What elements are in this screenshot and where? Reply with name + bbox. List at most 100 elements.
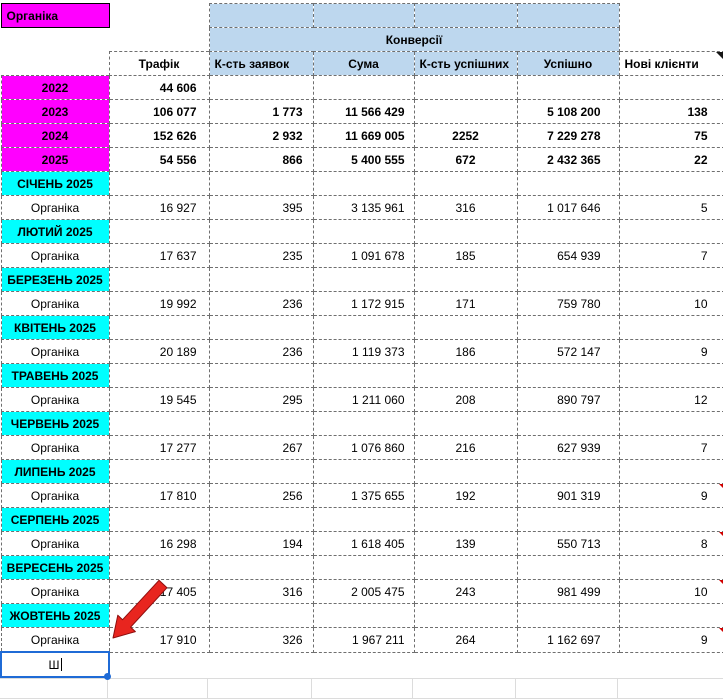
- row-label-organika[interactable]: Органіка: [1, 484, 109, 508]
- empty-cell[interactable]: [414, 220, 517, 244]
- empty-cell[interactable]: [109, 508, 209, 532]
- value-cell[interactable]: 1 773: [209, 100, 313, 124]
- row-label-organika[interactable]: Органіка: [1, 580, 109, 604]
- value-cell[interactable]: 654 939: [517, 244, 619, 268]
- value-cell[interactable]: 627 939: [517, 436, 619, 460]
- empty-cell[interactable]: [209, 316, 313, 340]
- value-cell[interactable]: 981 499: [517, 580, 619, 604]
- empty-cell[interactable]: [313, 652, 414, 677]
- month-header[interactable]: СІЧЕНЬ 2025: [1, 172, 109, 196]
- value-cell[interactable]: 17 810: [109, 484, 209, 508]
- value-cell[interactable]: 19 545: [109, 388, 209, 412]
- value-cell[interactable]: 7: [619, 244, 723, 268]
- value-cell[interactable]: 1 076 860: [313, 436, 414, 460]
- empty-cell[interactable]: [619, 508, 723, 532]
- column-header-new-clients[interactable]: Нові клієнти: [619, 52, 723, 76]
- value-cell[interactable]: 316: [414, 196, 517, 220]
- empty-cell[interactable]: [313, 556, 414, 580]
- empty-cell[interactable]: [517, 412, 619, 436]
- value-cell[interactable]: 2 005 475: [313, 580, 414, 604]
- value-cell[interactable]: 8: [619, 532, 723, 556]
- value-cell[interactable]: 185: [414, 244, 517, 268]
- value-cell[interactable]: 11 566 429: [313, 100, 414, 124]
- value-cell[interactable]: 12: [619, 388, 723, 412]
- year-label[interactable]: 2025: [1, 148, 109, 172]
- empty-cell[interactable]: [619, 604, 723, 628]
- empty-cell[interactable]: [619, 316, 723, 340]
- value-cell[interactable]: 3 135 961: [313, 196, 414, 220]
- value-cell[interactable]: 5: [619, 196, 723, 220]
- row-label-organika[interactable]: Органіка: [1, 388, 109, 412]
- empty-cell[interactable]: [109, 220, 209, 244]
- value-cell[interactable]: 16 298: [109, 532, 209, 556]
- empty-cell[interactable]: [209, 220, 313, 244]
- empty-cell[interactable]: [209, 172, 313, 196]
- empty-cell[interactable]: [209, 604, 313, 628]
- empty-cell[interactable]: [109, 28, 209, 52]
- value-cell[interactable]: 17 277: [109, 436, 209, 460]
- value-cell[interactable]: 9: [619, 628, 723, 653]
- value-cell[interactable]: 890 797: [517, 388, 619, 412]
- empty-cell[interactable]: [619, 460, 723, 484]
- value-cell[interactable]: 22: [619, 148, 723, 172]
- empty-cell[interactable]: [209, 508, 313, 532]
- value-cell[interactable]: 9: [619, 484, 723, 508]
- value-cell[interactable]: 5 400 555: [313, 148, 414, 172]
- value-cell[interactable]: 267: [209, 436, 313, 460]
- value-cell[interactable]: 171: [414, 292, 517, 316]
- row-label-organika[interactable]: Органіка: [1, 340, 109, 364]
- value-cell[interactable]: 236: [209, 340, 313, 364]
- empty-cell[interactable]: [109, 604, 209, 628]
- column-header-successful-count[interactable]: К-сть успішних: [414, 52, 517, 76]
- empty-cell[interactable]: [209, 460, 313, 484]
- value-cell[interactable]: 866: [209, 148, 313, 172]
- value-cell[interactable]: 192: [414, 484, 517, 508]
- value-cell[interactable]: 44 606: [109, 76, 209, 100]
- empty-cell[interactable]: [109, 556, 209, 580]
- value-cell[interactable]: 19 992: [109, 292, 209, 316]
- empty-cell[interactable]: [414, 412, 517, 436]
- empty-cell[interactable]: [517, 652, 619, 677]
- empty-cell[interactable]: [313, 4, 414, 28]
- value-cell[interactable]: 11 669 005: [313, 124, 414, 148]
- value-cell[interactable]: 295: [209, 388, 313, 412]
- empty-cell[interactable]: [1, 52, 109, 76]
- empty-cell[interactable]: [109, 652, 209, 677]
- empty-cell[interactable]: [517, 364, 619, 388]
- value-cell[interactable]: 9: [619, 340, 723, 364]
- month-header[interactable]: ЛИПЕНЬ 2025: [1, 460, 109, 484]
- value-cell[interactable]: 7 229 278: [517, 124, 619, 148]
- empty-cell[interactable]: [209, 268, 313, 292]
- value-cell[interactable]: 243: [414, 580, 517, 604]
- row-label-organika[interactable]: Органіка: [1, 532, 109, 556]
- value-cell[interactable]: [517, 76, 619, 100]
- empty-cell[interactable]: [414, 268, 517, 292]
- value-cell[interactable]: 186: [414, 340, 517, 364]
- value-cell[interactable]: 759 780: [517, 292, 619, 316]
- value-cell[interactable]: 10: [619, 580, 723, 604]
- month-header[interactable]: ТРАВЕНЬ 2025: [1, 364, 109, 388]
- month-header[interactable]: ЛЮТИЙ 2025: [1, 220, 109, 244]
- empty-cell[interactable]: [619, 412, 723, 436]
- empty-cell[interactable]: [414, 604, 517, 628]
- empty-cell[interactable]: [209, 412, 313, 436]
- empty-cell[interactable]: [209, 556, 313, 580]
- row-label-organika[interactable]: Органіка: [1, 436, 109, 460]
- empty-cell[interactable]: [414, 172, 517, 196]
- empty-cell[interactable]: [517, 268, 619, 292]
- empty-cell[interactable]: [109, 364, 209, 388]
- empty-cell[interactable]: [619, 220, 723, 244]
- value-cell[interactable]: 572 147: [517, 340, 619, 364]
- empty-cell[interactable]: [313, 604, 414, 628]
- value-cell[interactable]: 1 375 655: [313, 484, 414, 508]
- value-cell[interactable]: 395: [209, 196, 313, 220]
- value-cell[interactable]: 1 967 211: [313, 628, 414, 653]
- column-header-sum[interactable]: Сума: [313, 52, 414, 76]
- month-header[interactable]: БЕРЕЗЕНЬ 2025: [1, 268, 109, 292]
- empty-cell[interactable]: [209, 4, 313, 28]
- empty-cell[interactable]: [517, 604, 619, 628]
- value-cell[interactable]: 316: [209, 580, 313, 604]
- empty-cell[interactable]: [517, 172, 619, 196]
- value-cell[interactable]: 54 556: [109, 148, 209, 172]
- value-cell[interactable]: 326: [209, 628, 313, 653]
